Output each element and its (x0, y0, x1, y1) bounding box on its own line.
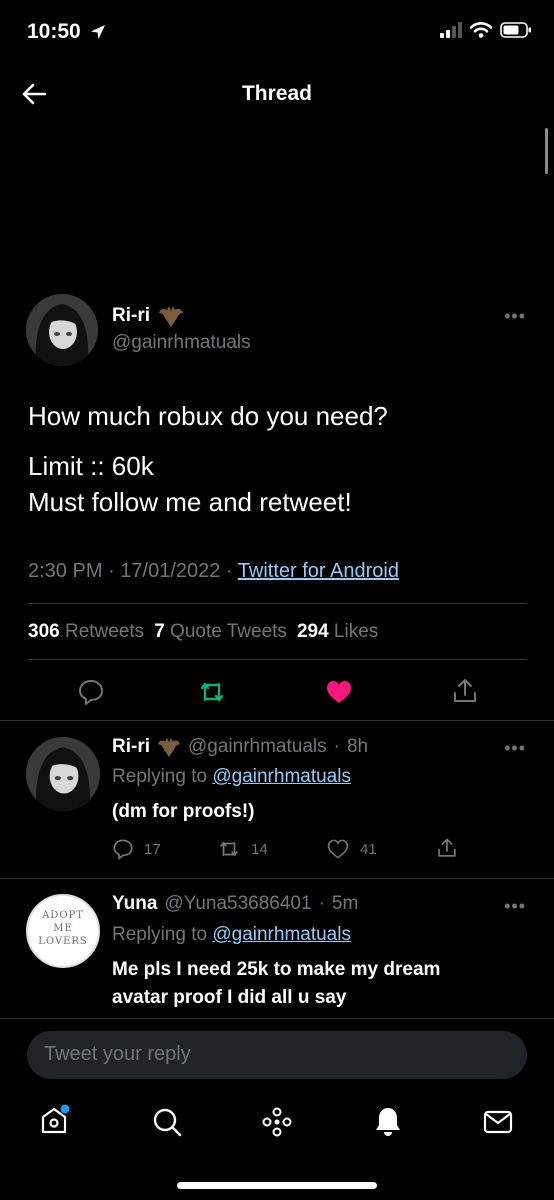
avatar[interactable] (26, 294, 98, 366)
tweet-meta: 2:30 PM · 17/01/2022 · Twitter for Andro… (28, 560, 399, 583)
location-arrow-icon (89, 23, 107, 41)
author-name-text: Ri-ri (112, 305, 150, 326)
avatar-text: ME (53, 923, 73, 934)
retweet-count: 14 (251, 840, 268, 858)
reply-text: Me pls I need 25k to make my dream avata… (112, 956, 440, 1012)
replying-to-link[interactable]: @gainrhmatuals (212, 924, 351, 945)
separator: · (225, 560, 238, 582)
like-count: 41 (360, 840, 377, 858)
replying-to: Replying to @gainrhmatuals (112, 924, 351, 945)
avatar[interactable]: ADOPT ME LOVERS (26, 894, 100, 968)
reply-icon (112, 838, 134, 860)
messages-envelope-icon[interactable] (482, 1106, 514, 1138)
reply-age: 8h (346, 736, 369, 757)
home-indicator[interactable] (177, 1182, 377, 1189)
bat-emoji-icon (157, 735, 181, 759)
author-name[interactable]: Ri-ri (112, 303, 184, 329)
avatar-text: LOVERS (38, 936, 88, 947)
divider (0, 878, 554, 879)
more-options-icon[interactable]: ••• (504, 306, 526, 327)
reply-author-handle[interactable]: @gainrhmatuals (188, 736, 327, 758)
separator: · (108, 560, 121, 582)
share-icon[interactable] (451, 677, 479, 705)
reply-author-name[interactable]: Ri-ri (112, 736, 150, 758)
home-icon[interactable] (38, 1104, 70, 1136)
retweet-button[interactable]: 14 (217, 838, 268, 860)
reply-author-name[interactable]: Yuna (112, 893, 157, 915)
tweet-text: How much robux do you need? Limit :: 60k… (28, 398, 528, 520)
divider (0, 1018, 554, 1019)
tweet-text-line: How much robux do you need? (28, 401, 388, 431)
divider (27, 603, 527, 604)
separator: · (318, 893, 325, 914)
tweet-source-link[interactable]: Twitter for Android (238, 560, 399, 582)
heart-icon (326, 838, 350, 860)
retweet-icon[interactable] (198, 678, 226, 706)
reply-text: (dm for proofs!) (112, 801, 255, 822)
tweet-text-line: Limit :: 60k (28, 451, 154, 481)
reply-header: Ri-ri @gainrhmatuals · 8h (112, 735, 368, 759)
more-options-icon[interactable]: ••• (504, 896, 526, 917)
reply-button[interactable]: 17 (112, 838, 161, 860)
wifi-icon (470, 22, 492, 38)
reply-text-line: Me pls I need 25k to make my dream (112, 959, 441, 980)
reply-icon[interactable] (77, 678, 105, 706)
more-options-icon[interactable]: ••• (504, 738, 526, 759)
quote-tweets-stat[interactable]: 7 Quote Tweets (154, 621, 287, 643)
battery-icon (500, 22, 532, 38)
cellular-signal-icon (440, 22, 462, 38)
compose-placeholder: Tweet your reply (44, 1043, 191, 1065)
tweet-time: 2:30 PM (28, 560, 103, 582)
bat-emoji-icon (158, 303, 184, 329)
reply-text-line: avatar proof I did all u say (112, 987, 347, 1008)
tweet-stats: 306 Retweets 7 Quote Tweets 294 Likes (28, 621, 378, 643)
reply-count: 17 (144, 840, 161, 858)
status-icons (440, 22, 532, 38)
share-icon[interactable] (436, 836, 458, 860)
page-title: Thread (241, 82, 312, 105)
divider (0, 720, 554, 721)
author-handle[interactable]: @gainrhmatuals (112, 332, 251, 354)
notifications-bell-icon[interactable] (372, 1105, 404, 1137)
replying-to: Replying to @gainrhmatuals (112, 766, 351, 787)
like-icon-filled[interactable] (325, 678, 353, 706)
tweet-date: 17/01/2022 (120, 560, 221, 582)
avatar-text: ADOPT (42, 910, 84, 921)
replying-to-link[interactable]: @gainrhmatuals (212, 766, 351, 787)
reply-author-handle[interactable]: @Yuna53686401 (164, 893, 311, 915)
separator: · (333, 736, 340, 757)
likes-stat[interactable]: 294 Likes (297, 621, 378, 643)
reply-header: Yuna @Yuna53686401 · 5m (112, 893, 358, 915)
avatar[interactable] (26, 737, 100, 811)
scrollbar[interactable] (545, 128, 548, 174)
reply-age: 5m (331, 893, 359, 914)
divider (27, 659, 527, 660)
spaces-icon[interactable] (261, 1106, 293, 1138)
tweet-text-line: Must follow me and retweet! (28, 487, 352, 517)
retweets-stat[interactable]: 306 Retweets (28, 621, 144, 643)
status-time: 10:50 (27, 20, 107, 44)
like-button[interactable]: 41 (326, 838, 377, 860)
retweet-icon (217, 838, 241, 860)
search-icon[interactable] (151, 1106, 183, 1138)
